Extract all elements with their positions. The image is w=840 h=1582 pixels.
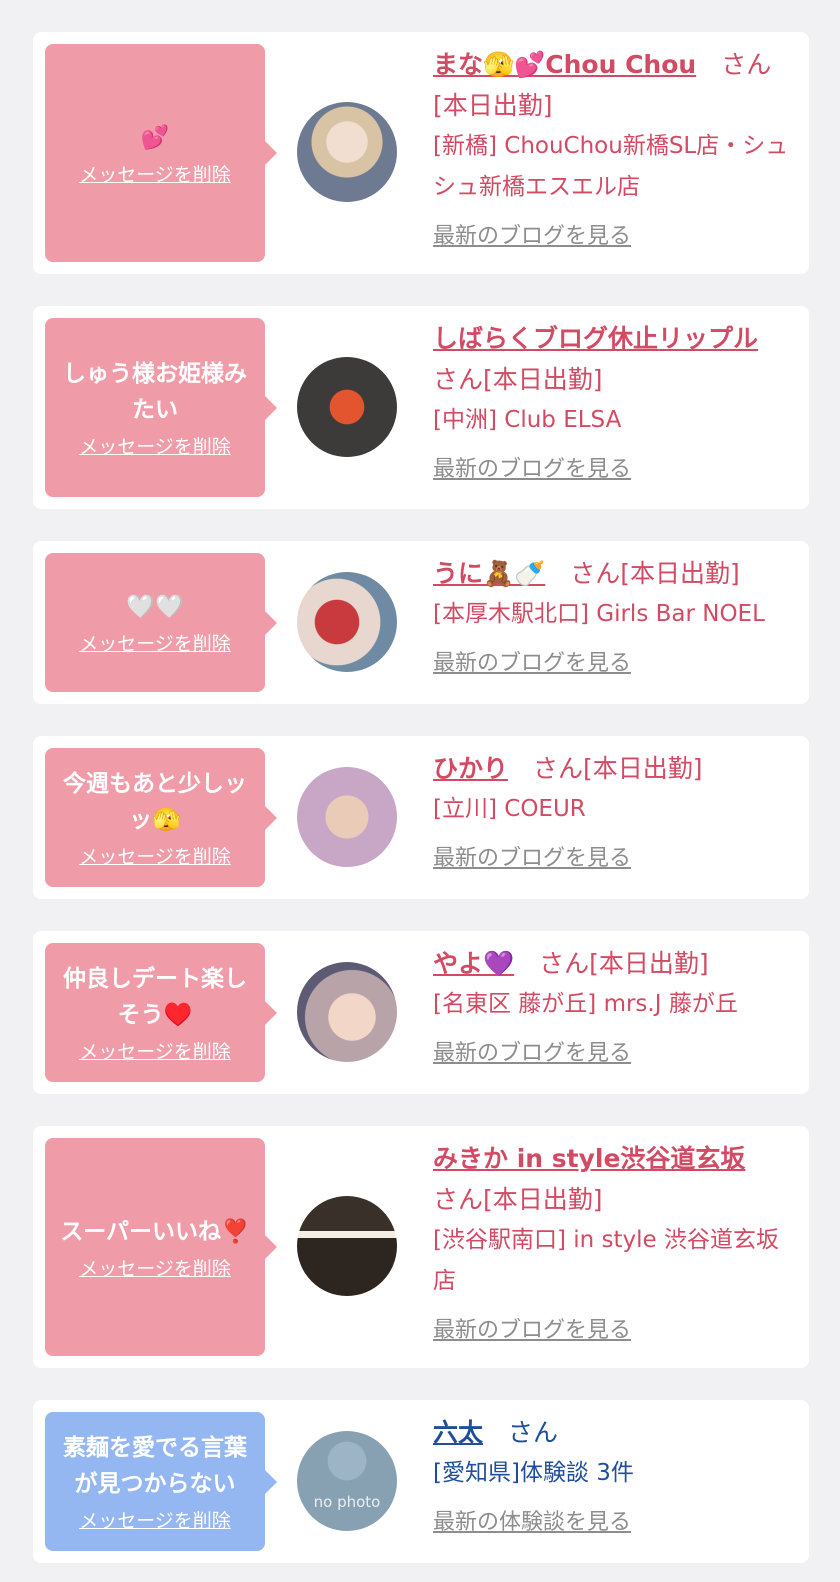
cast-status: さん[本日出勤] bbox=[433, 365, 603, 394]
shop-info: [立川] COEUR bbox=[433, 796, 586, 822]
message-text: 今週もあと少しッッ🫣 bbox=[63, 771, 247, 833]
no-photo-avatar[interactable]: no photo bbox=[297, 1431, 397, 1531]
entry-info: しばらくブログ休止リップル さん[本日出勤] [中洲] Club ELSA 最新… bbox=[433, 318, 795, 483]
message-text: 仲良しデート楽しそう♥️ bbox=[63, 966, 247, 1028]
message-card: 今週もあと少しッッ🫣 メッセージを削除 ひかり さん[本日出勤] [立川] CO… bbox=[33, 736, 809, 899]
shop-info: [本厚木駅北口] Girls Bar NOEL bbox=[433, 601, 765, 627]
shop-info: [名東区 藤が丘] mrs.J 藤が丘 bbox=[433, 991, 738, 1017]
avatar[interactable] bbox=[297, 962, 397, 1062]
message-bubble: 素麺を愛でる言葉が見つからない メッセージを削除 bbox=[45, 1412, 277, 1551]
delete-message-link[interactable]: メッセージを削除 bbox=[79, 629, 231, 656]
message-text: 素麺を愛でる言葉が見つからない bbox=[63, 1435, 247, 1497]
message-card: 素麺を愛でる言葉が見つからない メッセージを削除 no photo 六太 さん … bbox=[33, 1400, 809, 1563]
avatar[interactable] bbox=[297, 102, 397, 202]
user-name-link[interactable]: 六太 bbox=[433, 1418, 483, 1447]
avatar[interactable] bbox=[297, 1196, 397, 1296]
delete-message-link[interactable]: メッセージを削除 bbox=[79, 1254, 231, 1281]
no-photo-label: no photo bbox=[313, 1493, 381, 1511]
blog-link[interactable]: 最新のブログを見る bbox=[433, 1035, 631, 1067]
cast-name-link[interactable]: ひかり bbox=[433, 754, 508, 783]
blog-link[interactable]: 最新のブログを見る bbox=[433, 840, 631, 872]
blog-link[interactable]: 最新のブログを見る bbox=[433, 1312, 631, 1344]
entry-info: まな🫣💕Chou Chou さん[本日出勤] [新橋] ChouChou新橋SL… bbox=[433, 44, 795, 250]
entry-info: ひかり さん[本日出勤] [立川] COEUR 最新のブログを見る bbox=[433, 748, 795, 872]
message-text: しゅう様お姫様みたい bbox=[63, 361, 247, 423]
cast-name-link[interactable]: まな🫣💕Chou Chou bbox=[433, 50, 696, 79]
entry-info: 六太 さん [愛知県]体験談 3件 最新の体験談を見る bbox=[433, 1412, 795, 1536]
entry-info: みきか in style渋谷道玄坂 さん[本日出勤] [渋谷駅南口] in st… bbox=[433, 1138, 795, 1344]
entry-info: うに🧸🍼 さん[本日出勤] [本厚木駅北口] Girls Bar NOEL 最新… bbox=[433, 553, 795, 677]
message-card: しゅう様お姫様みたい メッセージを削除 しばらくブログ休止リップル さん[本日出… bbox=[33, 306, 809, 509]
message-text: スーパーいいね❣️ bbox=[60, 1218, 250, 1245]
review-link[interactable]: 最新の体験談を見る bbox=[433, 1504, 631, 1536]
cast-name-link[interactable]: うに🧸🍼 bbox=[433, 559, 545, 588]
message-card: スーパーいいね❣️ メッセージを削除 みきか in style渋谷道玄坂 さん[… bbox=[33, 1126, 809, 1368]
delete-message-link[interactable]: メッセージを削除 bbox=[79, 160, 231, 187]
message-card: 仲良しデート楽しそう♥️ メッセージを削除 やよ💜 さん[本日出勤] [名東区 … bbox=[33, 931, 809, 1094]
message-text: 💕 bbox=[140, 124, 170, 151]
message-card: 🤍🤍 メッセージを削除 うに🧸🍼 さん[本日出勤] [本厚木駅北口] Girls… bbox=[33, 541, 809, 704]
message-bubble: 今週もあと少しッッ🫣 メッセージを削除 bbox=[45, 748, 277, 887]
cast-status: さん[本日出勤] bbox=[570, 559, 740, 588]
avatar[interactable] bbox=[297, 572, 397, 672]
message-bubble: しゅう様お姫様みたい メッセージを削除 bbox=[45, 318, 277, 497]
delete-message-link[interactable]: メッセージを削除 bbox=[79, 1037, 231, 1064]
message-bubble: 💕 メッセージを削除 bbox=[45, 44, 277, 262]
message-bubble: 仲良しデート楽しそう♥️ メッセージを削除 bbox=[45, 943, 277, 1082]
shop-info: [中洲] Club ELSA bbox=[433, 407, 622, 433]
user-info: [愛知県]体験談 3件 bbox=[433, 1460, 634, 1486]
user-suffix: さん bbox=[508, 1418, 559, 1447]
message-list: 💕 メッセージを削除 まな🫣💕Chou Chou さん[本日出勤] [新橋] C… bbox=[0, 0, 840, 1582]
entry-info: やよ💜 さん[本日出勤] [名東区 藤が丘] mrs.J 藤が丘 最新のブログを… bbox=[433, 943, 795, 1067]
message-text: 🤍🤍 bbox=[126, 594, 184, 620]
cast-status: さん[本日出勤] bbox=[533, 754, 703, 783]
message-bubble: スーパーいいね❣️ メッセージを削除 bbox=[45, 1138, 277, 1356]
cast-name-link[interactable]: しばらくブログ休止リップル bbox=[433, 324, 758, 353]
blog-link[interactable]: 最新のブログを見る bbox=[433, 218, 631, 250]
cast-name-link[interactable]: みきか in style渋谷道玄坂 bbox=[433, 1144, 745, 1173]
message-bubble: 🤍🤍 メッセージを削除 bbox=[45, 553, 277, 692]
cast-name-link[interactable]: やよ💜 bbox=[433, 949, 514, 978]
delete-message-link[interactable]: メッセージを削除 bbox=[79, 432, 231, 459]
avatar[interactable] bbox=[297, 767, 397, 867]
shop-info: [新橋] ChouChou新橋SL店・シュシュ新橋エスエル店 bbox=[433, 133, 789, 200]
delete-message-link[interactable]: メッセージを削除 bbox=[79, 1506, 231, 1533]
delete-message-link[interactable]: メッセージを削除 bbox=[79, 842, 231, 869]
message-card: 💕 メッセージを削除 まな🫣💕Chou Chou さん[本日出勤] [新橋] C… bbox=[33, 32, 809, 274]
blog-link[interactable]: 最新のブログを見る bbox=[433, 451, 631, 483]
shop-info: [渋谷駅南口] in style 渋谷道玄坂店 bbox=[433, 1227, 779, 1294]
cast-status: さん[本日出勤] bbox=[539, 949, 709, 978]
cast-status: さん[本日出勤] bbox=[433, 1185, 603, 1214]
avatar[interactable] bbox=[297, 357, 397, 457]
blog-link[interactable]: 最新のブログを見る bbox=[433, 645, 631, 677]
